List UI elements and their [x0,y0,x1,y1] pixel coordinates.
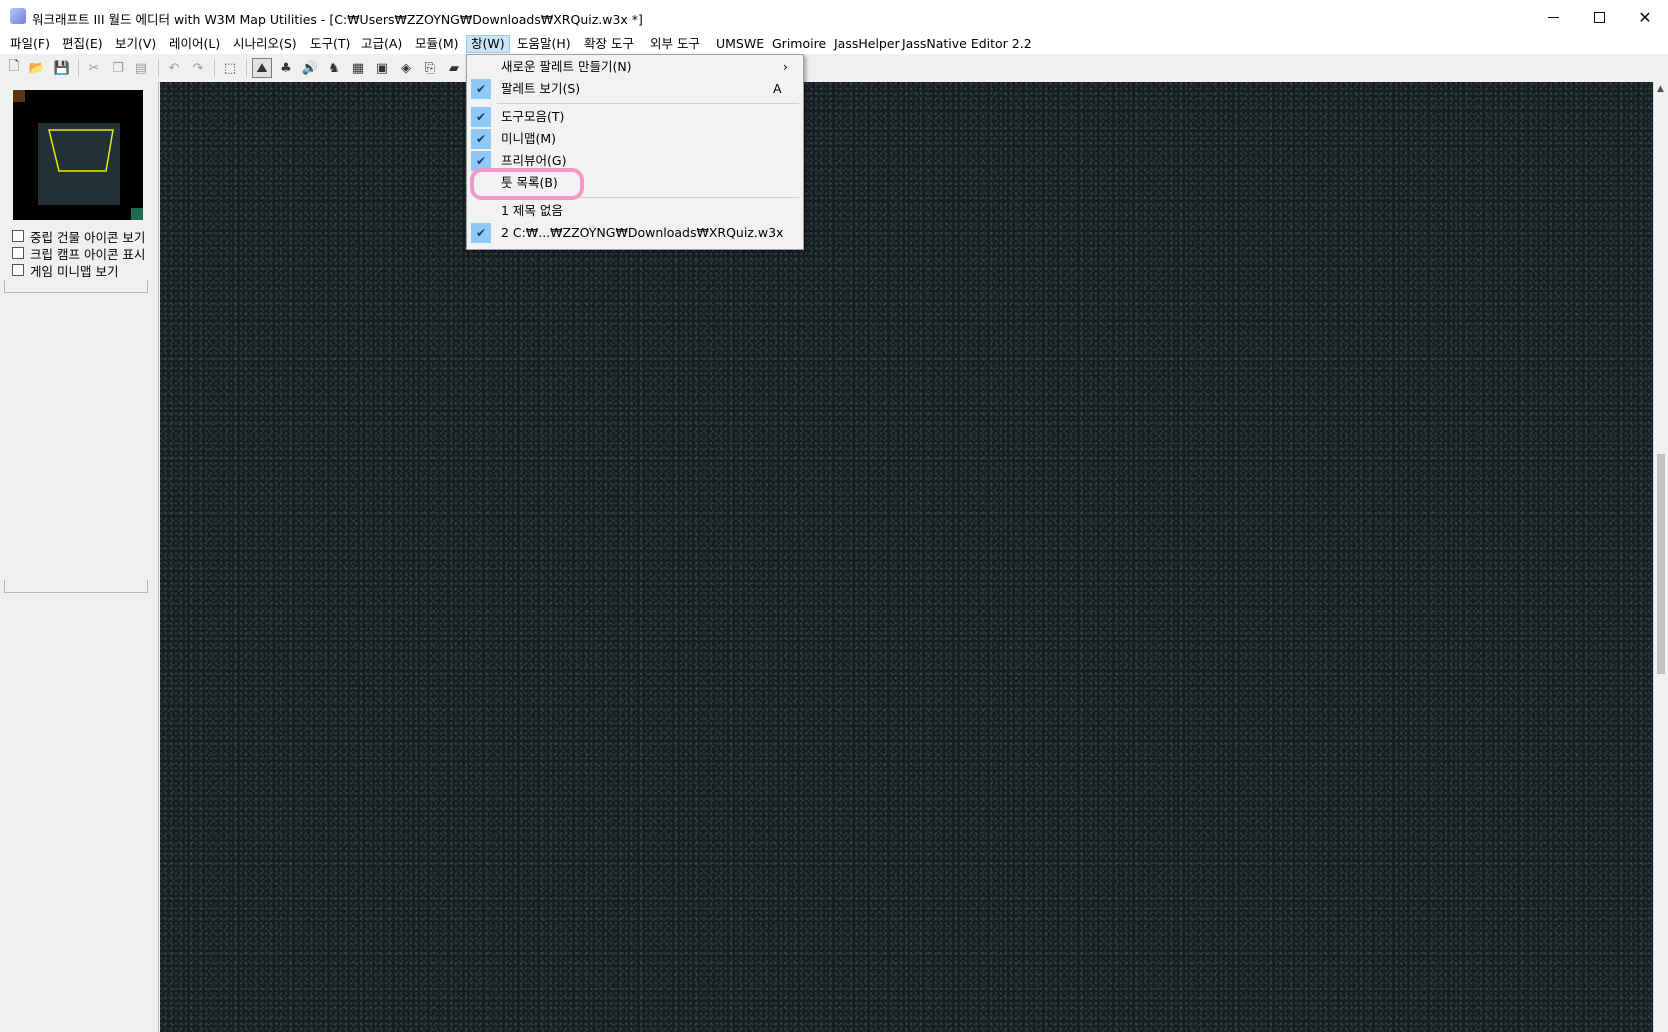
menu-item-new-palette[interactable]: 새로운 팔레트 만들기(N) › [467,56,803,78]
copy-icon[interactable]: ❐ [108,58,128,78]
scrollbar-thumb[interactable] [1657,454,1665,674]
menu-umswe[interactable]: UMSWE [712,36,768,52]
doodad-palette-icon[interactable]: ♣ [276,58,296,78]
minimize-icon [1547,16,1559,18]
region-icon[interactable]: ▦ [348,58,368,78]
window-title: 워크래프트 III 월드 에디터 with W3M Map Utilities … [32,12,643,27]
checkbox[interactable] [12,247,24,259]
toolbar-separator [78,59,79,77]
new-file-icon[interactable]: 🗋 [4,58,24,78]
checkbox-label: 크립 캠프 아이콘 표시 [30,246,146,262]
save-icon[interactable]: 💾 [52,58,72,78]
import-manager-icon[interactable]: ⎘ [420,58,440,78]
menu-item-label: 2 C:₩...₩ZZOYNG₩Downloads₩XRQuiz.w3x [501,225,784,240]
left-panel: 중립 건물 아이콘 보기 크립 캠프 아이콘 표시 게임 미니맵 보기 [0,82,159,1032]
menu-tools[interactable]: 도구(T) [306,36,354,52]
menu-extension-tools[interactable]: 확장 도구 [580,36,638,52]
menu-item-label: 도구모음(T) [501,109,565,124]
maximize-button[interactable] [1576,0,1622,34]
minimap[interactable] [13,90,143,220]
menu-separator [497,103,799,104]
toolbar-separator [158,59,159,77]
vertical-scrollbar[interactable]: ▲ [1653,82,1668,1032]
menu-separator [497,197,799,198]
menu-advanced[interactable]: 고급(A) [357,36,406,52]
menu-item-minimap[interactable]: ✔ 미니맵(M) [467,128,803,150]
panel-divider [4,280,148,293]
object-editor-icon[interactable]: ◈ [396,58,416,78]
menu-item-label: 툿 목록(B) [501,175,558,190]
close-icon: ✕ [1638,7,1652,27]
menu-bar: 파일(F) 편집(E) 보기(V) 레이어(L) 시나리오(S) 도구(T) 고… [0,34,1668,54]
title-bar: 워크래프트 III 월드 에디터 with W3M Map Utilities … [0,0,1668,35]
checkmark-icon: ✔ [471,151,491,171]
cut-icon[interactable]: ✂ [84,58,104,78]
terrain-palette-icon[interactable]: ⛰ [252,58,272,78]
minimap-viewport [48,129,114,172]
menu-item-brush-list[interactable]: 툿 목록(B) [467,172,803,194]
scroll-up-icon[interactable]: ▲ [1657,84,1664,94]
checkmark-icon: ✔ [471,129,491,149]
checkbox-label: 중립 건물 아이콘 보기 [30,229,146,245]
checkbox[interactable] [12,264,24,276]
menu-file[interactable]: 파일(F) [6,36,54,52]
menu-layer[interactable]: 레이어(L) [165,36,224,52]
game-minimap-checkbox[interactable]: 게임 미니맵 보기 [12,262,146,278]
checkmark-icon: ✔ [471,107,491,127]
unit-palette-icon[interactable]: ♞ [324,58,344,78]
menu-edit[interactable]: 편집(E) [58,36,107,52]
toolbar-separator [214,59,215,77]
close-button[interactable]: ✕ [1622,0,1668,34]
menu-view[interactable]: 보기(V) [111,36,160,52]
submenu-arrow-icon: › [783,60,788,74]
menu-item-label: 1 제목 없음 [501,203,563,218]
menu-item-label: 팔레트 보기(S) [501,81,581,96]
camera-icon[interactable]: ▣ [372,58,392,78]
toolbar: 🗋 📂 💾 ✂ ❐ ▤ ↶ ↷ ⬚ ⛰ ♣ 🔊 ♞ ▦ ▣ ◈ ⎘ ▰ [0,54,1668,83]
panel-divider [4,580,148,593]
toolbar-separator [246,59,247,77]
menu-item-label: 미니맵(M) [501,131,557,146]
menu-scenario[interactable]: 시나리오(S) [229,36,301,52]
menu-jasshelper[interactable]: JassHelper [830,36,904,52]
checkmark-icon: ✔ [471,223,491,243]
menu-item-label: 새로운 팔레트 만들기(N) [501,59,632,74]
select-icon[interactable]: ⬚ [220,58,240,78]
minimize-button[interactable] [1530,0,1576,34]
undo-icon[interactable]: ↶ [164,58,184,78]
map-view[interactable] [160,82,1653,1032]
menu-grimoire[interactable]: Grimoire [768,36,830,52]
menu-jassnative-editor[interactable]: JassNative Editor 2.2 [898,36,1036,52]
neutral-building-icon-checkbox[interactable]: 중립 건물 아이콘 보기 [12,228,146,244]
menu-window[interactable]: 창(W) [466,35,510,53]
checkbox-label: 게임 미니맵 보기 [30,263,119,279]
creep-camp-icon-checkbox[interactable]: 크립 캠프 아이콘 표시 [12,245,146,261]
menu-item-previewer[interactable]: ✔ 프리뷰어(G) [467,150,803,172]
menu-item-label: 프리뷰어(G) [501,153,567,168]
menu-item-window-2[interactable]: ✔ 2 C:₩...₩ZZOYNG₩Downloads₩XRQuiz.w3x [467,222,803,244]
menu-item-window-1[interactable]: 1 제목 없음 [467,200,803,222]
checkmark-icon: ✔ [471,79,491,99]
window-menu-dropdown: 새로운 팔레트 만들기(N) › ✔ 팔레트 보기(S) A ✔ 도구모음(T)… [466,54,804,250]
trigger-editor-icon[interactable]: ▰ [444,58,464,78]
checkbox[interactable] [12,230,24,242]
open-folder-icon[interactable]: 📂 [27,58,47,78]
menu-item-shortcut: A [773,81,782,96]
app-icon [10,8,26,24]
menu-help[interactable]: 도움말(H) [513,36,575,52]
redo-icon[interactable]: ↷ [188,58,208,78]
menu-module[interactable]: 모듈(M) [411,36,463,52]
maximize-icon [1593,11,1605,23]
sound-icon[interactable]: 🔊 [300,58,320,78]
menu-item-show-palette[interactable]: ✔ 팔레트 보기(S) A [467,78,803,100]
menu-item-toolbar[interactable]: ✔ 도구모음(T) [467,106,803,128]
paste-icon[interactable]: ▤ [131,58,151,78]
menu-external-tools[interactable]: 외부 도구 [646,36,704,52]
